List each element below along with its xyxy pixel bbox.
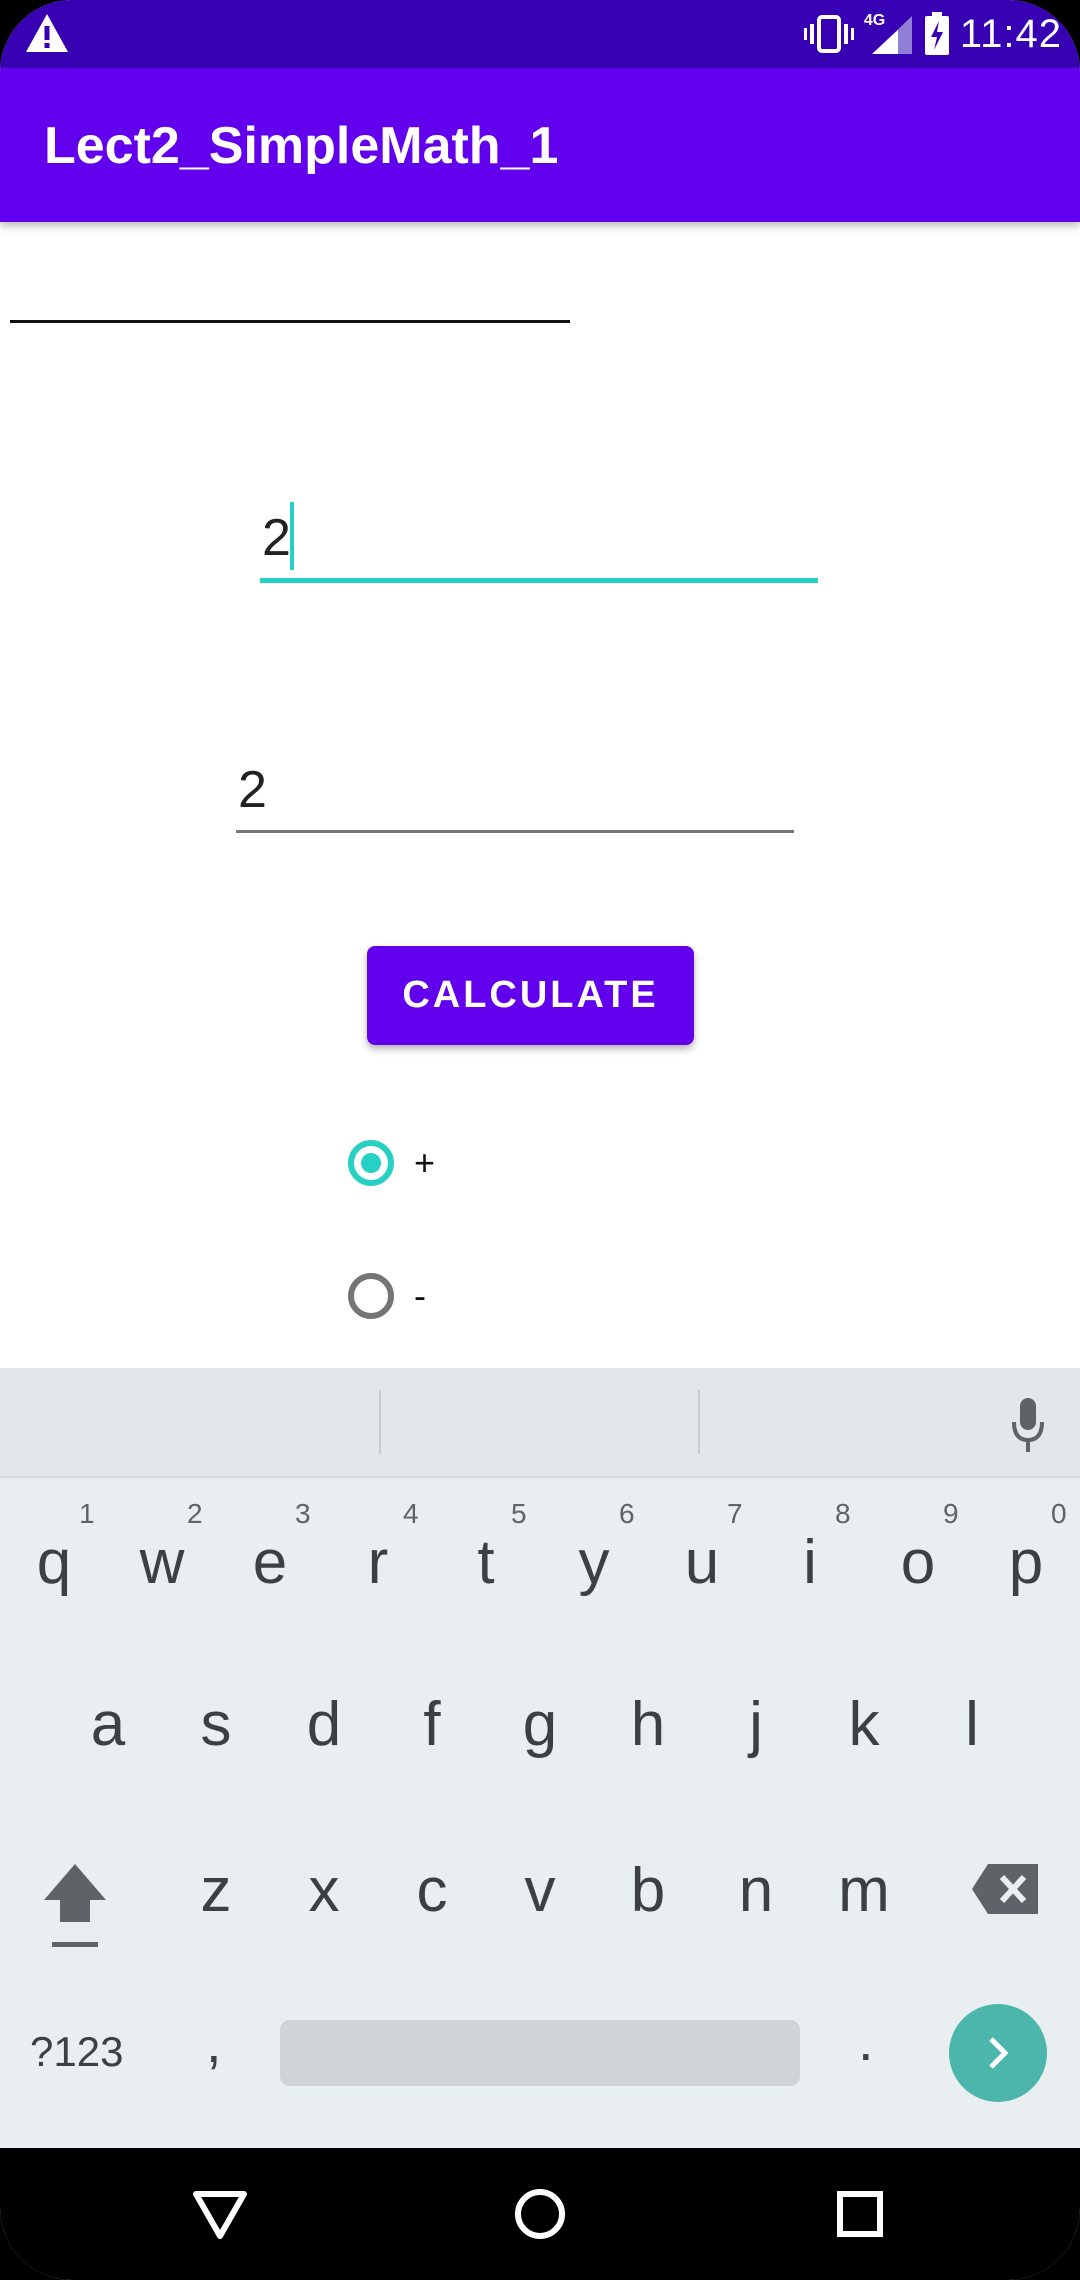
calculate-button[interactable]: CALCULATE [367,946,694,1045]
result-text-underline [10,320,570,323]
suggestion-divider [379,1390,381,1454]
radio-plus-label: + [414,1142,436,1183]
key-x[interactable]: x [270,1816,378,1966]
key-d[interactable]: d [270,1650,378,1800]
chevron-right-icon [989,2037,1009,2069]
key-hint: 6 [619,1498,635,1529]
key-n[interactable]: n [702,1816,810,1966]
home-icon[interactable] [510,2184,570,2244]
key-hint: 5 [511,1498,527,1529]
key-m[interactable]: m [810,1816,918,1966]
key-j[interactable]: j [702,1650,810,1800]
warning-icon [26,14,68,52]
key-s[interactable]: s [162,1650,270,1800]
navigation-bar [0,2148,1080,2280]
period-key[interactable]: . [858,2008,874,2073]
space-bar[interactable] [280,2020,800,2086]
key-a[interactable]: a [54,1650,162,1800]
key-z[interactable]: z [162,1816,270,1966]
battery-charging-icon [924,12,949,55]
comma-key[interactable]: , [206,2010,222,2075]
vibrate-icon [803,15,854,53]
app-bar: Lect2_SimpleMath_1 [0,68,1080,222]
first-number-value: 2 [262,509,291,567]
enter-key[interactable] [949,2004,1047,2102]
radio-unchecked-icon [348,1273,394,1319]
key-c[interactable]: c [378,1816,486,1966]
key-l[interactable]: l [918,1650,1026,1800]
key-g[interactable]: g [486,1650,594,1800]
second-number-value: 2 [238,761,267,819]
radio-plus[interactable]: + [348,1133,435,1193]
back-icon[interactable] [190,2184,250,2244]
key-hint: 3 [295,1498,311,1529]
key-hint: 1 [79,1498,95,1529]
key-v[interactable]: v [486,1816,594,1966]
status-bar: 4G 11:42 [0,0,1080,68]
key-h[interactable]: h [594,1650,702,1800]
key-hint: 7 [727,1498,743,1529]
suggestion-divider [698,1390,700,1454]
radio-minus-label: - [414,1275,426,1316]
radio-minus[interactable]: - [348,1266,426,1326]
key-f[interactable]: f [378,1650,486,1800]
first-number-input[interactable]: 2 [260,480,818,583]
status-icons: 4G 11:42 [803,6,1062,62]
backspace-icon[interactable] [970,1862,1040,1916]
status-time: 11:42 [959,11,1062,56]
second-number-input[interactable]: 2 [236,748,794,833]
radio-checked-icon [348,1140,394,1186]
suggestion-strip [0,1368,1080,1478]
key-hint: 2 [187,1498,203,1529]
cellular-signal-icon: 4G [864,12,914,56]
shift-icon[interactable] [40,1860,110,1950]
key-hint: 9 [943,1498,959,1529]
key-hint: 8 [835,1498,851,1529]
app-screen: 4G 11:42 Lect2_SimpleMath_1 2 2 CALCULAT… [0,0,1080,2280]
soft-keyboard: q 1 w 2 e 3 r 4 t 5 y 6 u 7 i 8 o 9 p 0 … [0,1368,1080,2148]
microphone-icon[interactable] [1010,1398,1046,1454]
text-cursor [290,502,294,570]
recents-icon[interactable] [830,2184,890,2244]
key-k[interactable]: k [810,1650,918,1800]
symbols-key[interactable]: ?123 [30,2028,123,2076]
key-hint: 4 [403,1498,419,1529]
key-hint: 0 [1051,1498,1067,1529]
app-title: Lect2_SimpleMath_1 [44,117,559,175]
key-b[interactable]: b [594,1816,702,1966]
